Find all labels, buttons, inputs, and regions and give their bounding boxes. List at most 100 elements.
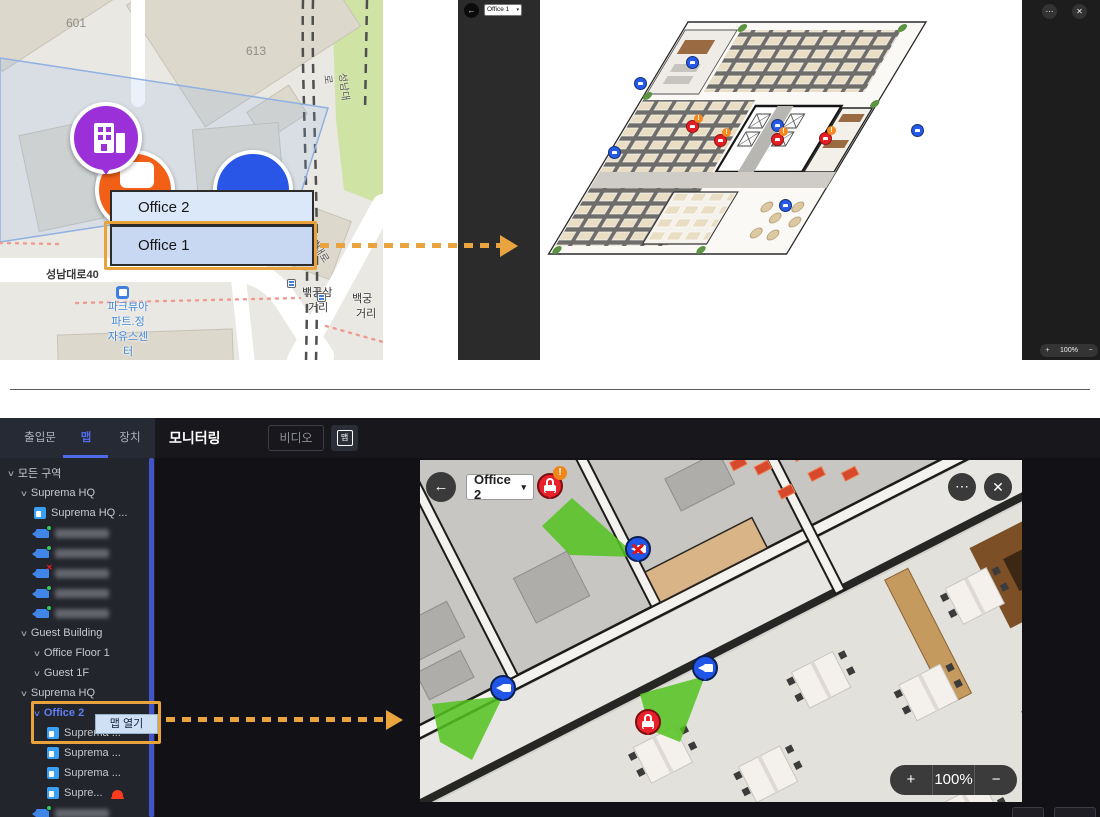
- open-map-tooltip[interactable]: 맵 열기: [95, 714, 158, 734]
- video-button[interactable]: 비디오: [268, 425, 324, 451]
- door-marker[interactable]: !: [686, 120, 699, 133]
- camera-marker[interactable]: [634, 77, 647, 90]
- street-label: 성남대로: [321, 72, 355, 107]
- map-file-icon: [34, 507, 46, 519]
- status-online-icon: [46, 805, 52, 811]
- map-file-icon: [47, 747, 59, 759]
- zoom-in-button[interactable]: +: [1045, 347, 1049, 354]
- tree-item[interactable]: ✕: [0, 563, 149, 583]
- door-marker[interactable]: !: [771, 133, 784, 146]
- tree-item-guest-building[interactable]: ∨Guest Building: [0, 623, 149, 643]
- status-online-icon: [46, 605, 52, 611]
- poi-label: 자유스센: [92, 328, 164, 344]
- tree-item[interactable]: [0, 603, 149, 623]
- camera-fov-layer: [420, 460, 1022, 802]
- floor-select[interactable]: Office 2 ▾: [466, 474, 534, 500]
- redacted-label: [55, 809, 109, 817]
- camera-marker[interactable]: [911, 124, 924, 137]
- back-button[interactable]: ←: [426, 472, 456, 502]
- floor-select[interactable]: Office 1 ▾: [484, 4, 522, 16]
- zoom-out-button[interactable]: −: [1089, 347, 1093, 354]
- sidebar-tab-bar: 출입문 맵 장치: [0, 418, 155, 458]
- door-marker[interactable]: !: [819, 132, 832, 145]
- close-button[interactable]: ✕: [1072, 4, 1087, 19]
- tab-map[interactable]: 맵: [72, 418, 100, 458]
- tree-item-label: Office Floor 1: [44, 647, 110, 659]
- camera-marker[interactable]: [490, 675, 516, 701]
- tab-devices[interactable]: 장치: [108, 418, 152, 458]
- status-online-icon: [46, 545, 52, 551]
- cropped-button[interactable]: [1054, 807, 1096, 817]
- poi-label: 파크뷰아: [92, 298, 164, 314]
- map-file-icon: [47, 767, 59, 779]
- camera-marker[interactable]: [608, 146, 621, 159]
- osm-map-panel[interactable]: 601 613 성남대로40 성남대로 성남대로 파크뷰아 파트.정 자유스센 …: [0, 0, 383, 360]
- chevron-down-icon: ∨: [20, 629, 28, 638]
- camera-icon: [36, 809, 49, 817]
- close-button[interactable]: ✕: [984, 473, 1012, 501]
- camera-marker-offline[interactable]: [625, 536, 651, 562]
- bus-stop-icon: [287, 279, 296, 288]
- tree-item-label: Supre...: [64, 787, 103, 799]
- camera-marker[interactable]: [692, 655, 718, 681]
- tab-doors[interactable]: 출입문: [14, 418, 66, 458]
- tree-item-label: Guest Building: [31, 627, 103, 639]
- tree-item-label: Suprema ...: [64, 747, 121, 759]
- tree-item[interactable]: [0, 803, 149, 817]
- floorplan-render[interactable]: [540, 0, 1022, 360]
- camera-marker[interactable]: [686, 56, 699, 69]
- redacted-label: [55, 589, 109, 598]
- screen: 601 613 성남대로40 성남대로 성남대로 파크뷰아 파트.정 자유스센 …: [0, 0, 1100, 817]
- main-header: 모니터링 비디오 맵: [155, 418, 1100, 458]
- tree-item-guest-1f[interactable]: ∨Guest 1F: [0, 663, 149, 683]
- map-view-button[interactable]: 맵: [331, 425, 358, 451]
- callout-arrow-head: [386, 710, 403, 730]
- cropped-button[interactable]: [1012, 807, 1044, 817]
- tree-item-모든-구역[interactable]: ∨모든 구역: [0, 463, 149, 483]
- callout-arrow-head: [500, 235, 518, 257]
- door-marker[interactable]: [635, 709, 661, 735]
- door-marker[interactable]: !: [714, 134, 727, 147]
- tree-item-label: Suprema HQ: [31, 487, 95, 499]
- alert-badge: !: [779, 127, 788, 136]
- menu-item-office2[interactable]: Office 2: [110, 190, 314, 225]
- redacted-label: [55, 529, 109, 538]
- floorplan-viewer[interactable]: ← Office 2 ▾ ! ⋯ ✕ + 100% −: [420, 460, 1022, 802]
- callout-arrow: [166, 717, 388, 722]
- chevron-down-icon: ∨: [33, 649, 41, 658]
- map-marker-hq[interactable]: [70, 102, 142, 174]
- tree-item-suprema-hq[interactable]: ∨Suprema HQ: [0, 483, 149, 503]
- back-button[interactable]: ←: [464, 3, 479, 18]
- floor-select-value: Office 2: [474, 472, 521, 502]
- zoom-in-button[interactable]: +: [890, 765, 932, 795]
- tree-item-suprema-[interactable]: Suprema ...: [0, 763, 149, 783]
- zoom-control[interactable]: + 100% −: [890, 765, 1017, 795]
- floorplan-3d: [540, 0, 1022, 360]
- callout-arrow: [320, 243, 502, 248]
- tree-item-supre-[interactable]: Supre...: [0, 783, 149, 803]
- zoom-out-button[interactable]: −: [974, 765, 1017, 795]
- camera-marker[interactable]: [779, 199, 792, 212]
- viewer-side-strip: [1022, 0, 1100, 360]
- tree-item-suprema-hq-[interactable]: Suprema HQ ...: [0, 503, 149, 523]
- chevron-down-icon: ∨: [7, 469, 15, 478]
- building-number: 613: [246, 44, 266, 58]
- camera-icon: ✕: [36, 569, 49, 578]
- highlight-box-office1: [104, 221, 317, 270]
- tree-item-suprema-hq[interactable]: ∨Suprema HQ: [0, 683, 149, 703]
- building-number: 601: [66, 16, 86, 30]
- zoom-control[interactable]: + 100% −: [1040, 344, 1098, 357]
- junction-label: 거리: [356, 305, 376, 321]
- more-button[interactable]: ⋯: [948, 473, 976, 501]
- tree-item-label: Guest 1F: [44, 667, 89, 679]
- tree-item-suprema-[interactable]: Suprema ...: [0, 743, 149, 763]
- scrollbar[interactable]: [149, 458, 154, 817]
- alert-badge: !: [694, 114, 703, 123]
- tree-item[interactable]: [0, 583, 149, 603]
- tree-item[interactable]: [0, 523, 149, 543]
- tree-item[interactable]: [0, 543, 149, 563]
- camera-icon: [36, 609, 49, 618]
- tree-item-office-floor-1[interactable]: ∨Office Floor 1: [0, 643, 149, 663]
- more-button[interactable]: ⋯: [1042, 4, 1057, 19]
- alarm-icon: [111, 788, 124, 799]
